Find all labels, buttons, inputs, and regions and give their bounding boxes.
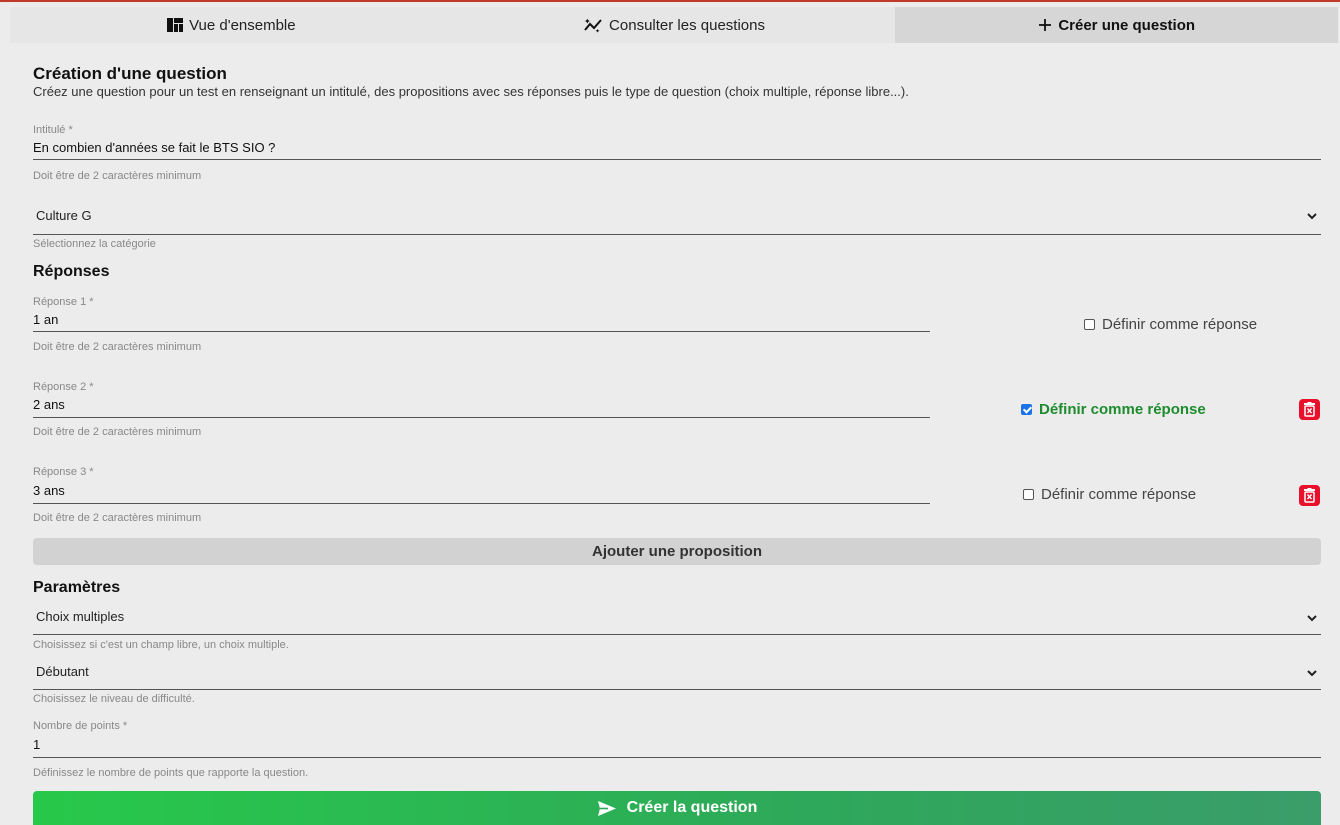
intitule-underline [33,159,1321,160]
reponse-2-input[interactable]: 2 ans [33,397,65,412]
reponse-3-underline [33,503,930,504]
question-type-select-value: Choix multiples [36,609,125,624]
reponse-3-input[interactable]: 3 ans [33,483,65,498]
reponse-1-input[interactable]: 1 an [33,312,58,327]
reponse-1-label: Réponse 1 * [33,296,94,308]
plus-icon [1038,18,1052,32]
reponse-3-label: Réponse 3 * [33,466,94,478]
tab-create-question[interactable]: Créer une question [895,7,1339,43]
difficulty-select-value: Débutant [36,664,89,679]
difficulty-underline [33,689,1321,690]
delete-reponse-3-button[interactable] [1299,485,1320,506]
trash-icon [1303,488,1316,503]
reponse-3-helper: Doit être de 2 caractères minimum [33,512,202,524]
intitule-input[interactable]: En combien d'années se fait le BTS SIO ? [33,140,275,155]
intitule-label: Intitulé * [33,124,73,136]
question-type-select[interactable]: Choix multiples [33,600,1321,634]
tab-overview[interactable]: Vue d'ensemble [10,7,453,43]
category-select[interactable]: Culture G [33,196,1321,234]
difficulty-select[interactable]: Débutant [33,655,1321,689]
add-proposition-button[interactable]: Ajouter une proposition [33,538,1321,565]
checkbox-icon [1023,489,1034,500]
send-icon [597,800,617,817]
chevron-down-icon [1307,611,1317,625]
svg-text:✦: ✦ [584,17,591,26]
reponse-2-label: Réponse 2 * [33,381,94,393]
page-title: Création d'une question [33,64,227,83]
parametres-section-title: Paramètres [33,579,121,596]
points-helper: Définissez le nombre de points que rappo… [33,767,309,779]
category-helper: Sélectionnez la catégorie [33,238,156,250]
delete-reponse-2-button[interactable] [1299,399,1320,420]
tab-create-question-label: Créer une question [1058,16,1196,34]
chevron-down-icon [1307,666,1317,680]
category-underline [33,234,1321,235]
checkbox-checked-icon [1021,404,1032,415]
tab-questions-label: Consulter les questions [609,16,765,34]
reponse-3-correct-checkbox[interactable]: Définir comme réponse [1023,486,1196,503]
reponse-2-underline [33,417,930,418]
reponse-2-helper: Doit être de 2 caractères minimum [33,426,202,438]
difficulty-helper: Choisissez le niveau de difficulté. [33,693,195,705]
points-input[interactable]: 1 [33,737,40,752]
reponse-1-underline [33,331,930,332]
reponse-1-check-label: Définir comme réponse [1102,316,1258,333]
question-type-underline [33,634,1321,635]
tab-overview-label: Vue d'ensemble [189,16,296,34]
tab-bar: Vue d'ensemble ✦ ✦ Consulter les question… [10,7,1339,43]
reponse-1-helper: Doit être de 2 caractères minimum [33,341,202,353]
top-accent-line [0,0,1340,2]
question-type-helper: Choisissez si c'est un champ libre, un c… [33,639,289,651]
svg-text:✦: ✦ [595,28,600,33]
reponse-1-correct-checkbox[interactable]: Définir comme réponse [1084,316,1257,333]
chevron-down-icon [1307,209,1317,223]
create-question-button[interactable]: Créer la question [33,791,1321,825]
reponse-3-check-label: Définir comme réponse [1041,486,1197,503]
tab-questions[interactable]: ✦ ✦ Consulter les questions [453,7,896,43]
points-label: Nombre de points * [33,720,128,732]
trash-icon [1303,402,1316,417]
intitule-helper: Doit être de 2 caractères minimum [33,170,202,182]
points-underline [33,757,1321,758]
create-question-label: Créer la question [626,799,758,816]
dashboard-icon [167,18,184,32]
reponse-2-check-label: Définir comme réponse [1039,401,1206,418]
category-select-value: Culture G [36,208,92,223]
sparkle-chart-icon: ✦ ✦ [583,17,603,33]
page-description: Créez une question pour un test en rense… [33,84,909,99]
reponses-section-title: Réponses [33,263,110,280]
reponse-2-correct-checkbox[interactable]: Définir comme réponse [1021,401,1206,418]
checkbox-icon [1084,319,1095,330]
